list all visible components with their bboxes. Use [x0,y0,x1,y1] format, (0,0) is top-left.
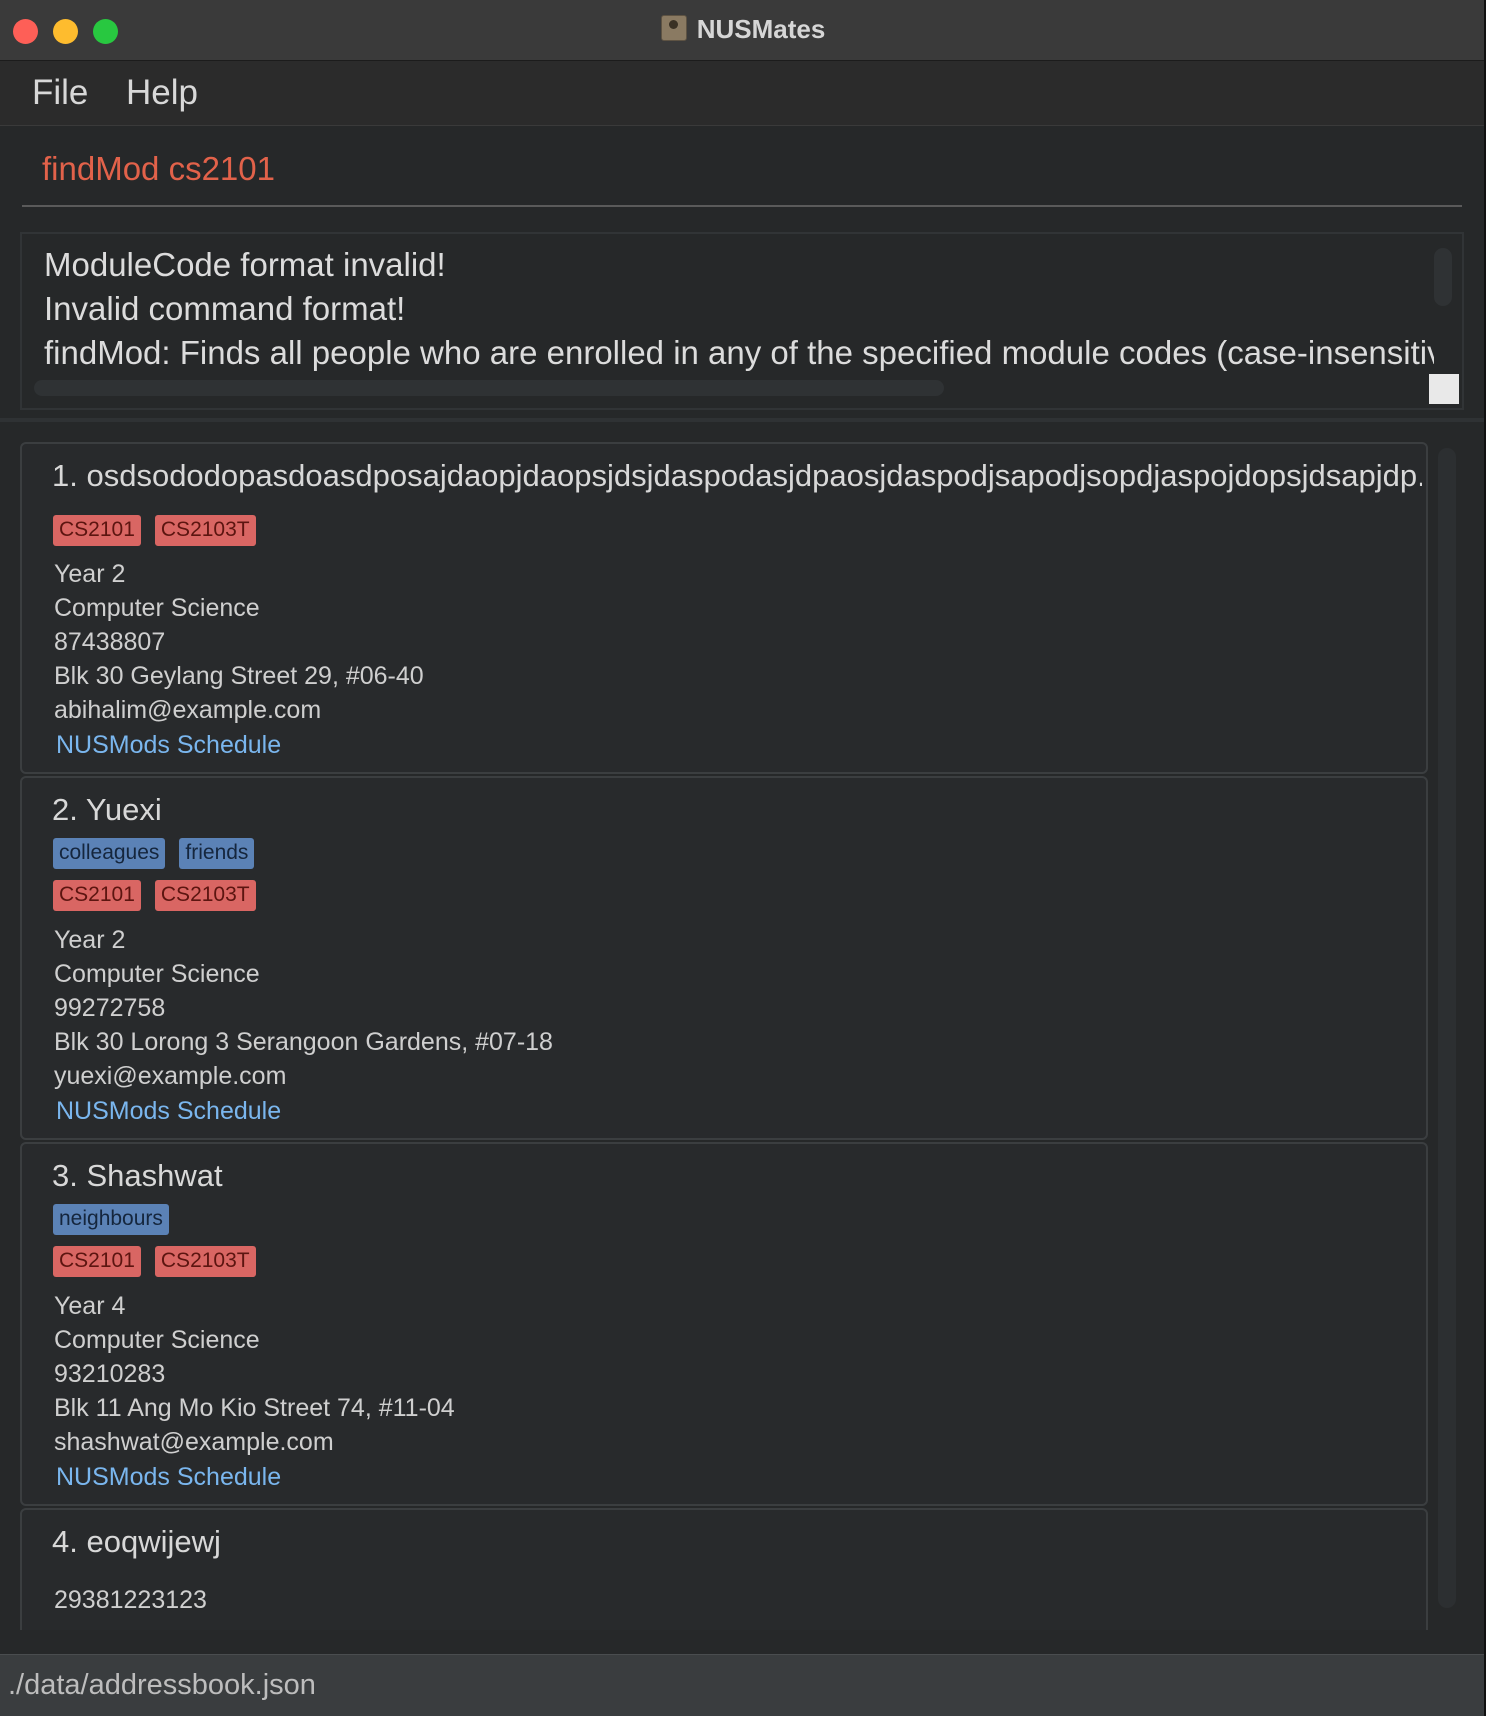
person-list[interactable]: 1. osdsododopasdoasdposajdaopjdaopsjdsjd… [0,424,1486,1630]
module-tags: CS2101 CS2103T [53,515,256,546]
person-year: Year 2 [54,926,126,954]
status-bar: ./data/addressbook.json [0,1654,1486,1716]
result-line: ModuleCode format invalid! [44,246,446,283]
nusmods-schedule-link[interactable]: NUSMods Schedule [56,1097,281,1126]
nusmods-schedule-link[interactable]: NUSMods Schedule [56,1463,281,1492]
person-major: Computer Science [54,1326,260,1354]
person-phone: 93210283 [54,1360,166,1388]
person-address: Blk 11 Ang Mo Kio Street 74, #11-04 [54,1394,455,1422]
result-horizontal-scrollbar[interactable] [34,380,944,396]
result-display: ModuleCode format invalid! Invalid comma… [20,232,1464,410]
menu-file[interactable]: File [32,73,88,113]
window-title: NUSMates [696,14,826,44]
person-tags: colleagues friends [53,838,255,869]
person-year: Year 2 [54,560,126,588]
module-tag: CS2101 [53,880,141,911]
result-vertical-scrollbar[interactable] [1434,248,1452,306]
app-window: NUSMates File Help findMod cs2101 Module… [0,0,1486,1716]
module-tag: CS2103T [154,880,256,911]
person-email: abihalim@example.com [54,696,322,724]
result-line: Invalid command format! [44,290,406,327]
person-major: Computer Science [54,594,260,622]
person-email: shashwat@example.com [54,1428,334,1456]
person-phone: 29381223123 [54,1586,207,1614]
person-address: Blk 30 Lorong 3 Serangoon Gardens, #07-1… [54,1028,553,1056]
person-card[interactable]: 1. osdsododopasdoasdposajdaopjdaopsjdsjd… [20,442,1428,774]
module-tag: CS2101 [53,515,141,546]
module-tags: CS2101 CS2103T [53,880,256,911]
person-tag: neighbours [53,1204,169,1235]
person-address: Blk 30 Geylang Street 29, #06-40 [54,662,424,690]
command-input[interactable]: findMod cs2101 [22,126,1462,207]
person-card[interactable]: 3. Shashwat neighbours CS2101 CS2103T Ye… [20,1142,1428,1506]
window-title-container: NUSMates [0,14,1486,45]
person-phone: 87438807 [54,628,166,656]
person-tag: friends [179,838,255,869]
person-email: yuexi@example.com [54,1062,287,1090]
module-tag: CS2103T [154,1246,256,1277]
person-phone: 99272758 [54,994,166,1022]
person-card[interactable]: 2. Yuexi colleagues friends CS2101 CS210… [20,776,1428,1140]
module-tag: CS2103T [154,515,256,546]
person-tags: neighbours [53,1204,169,1235]
menu-bar: File Help [0,61,1486,126]
person-year: Year 4 [54,1292,126,1320]
scroll-corner [1429,374,1459,404]
command-box: findMod cs2101 [0,126,1486,211]
person-tag: colleagues [53,838,166,869]
nusmods-schedule-link[interactable]: NUSMods Schedule [56,731,281,760]
result-line: findMod: Finds all people who are enroll… [44,334,1434,371]
person-name: 2. Yuexi [52,792,162,827]
command-input-text: findMod cs2101 [42,150,275,187]
data-file-path: ./data/addressbook.json [8,1669,316,1701]
divider [0,418,1486,422]
person-list-scrollbar[interactable] [1438,448,1456,1608]
title-bar: NUSMates [0,0,1486,61]
menu-help[interactable]: Help [126,73,198,113]
person-major: Computer Science [54,960,260,988]
person-name: 4. eoqwijewj [52,1524,221,1559]
person-name: 1. osdsododopasdoasdposajdaopjdaopsjdsjd… [52,458,1422,493]
app-contacts-icon [660,15,687,41]
person-card[interactable]: 4. eoqwijewj 29381223123 [20,1508,1428,1630]
module-tag: CS2101 [53,1246,141,1277]
person-name: 3. Shashwat [52,1158,223,1193]
module-tags: CS2101 CS2103T [53,1246,256,1277]
